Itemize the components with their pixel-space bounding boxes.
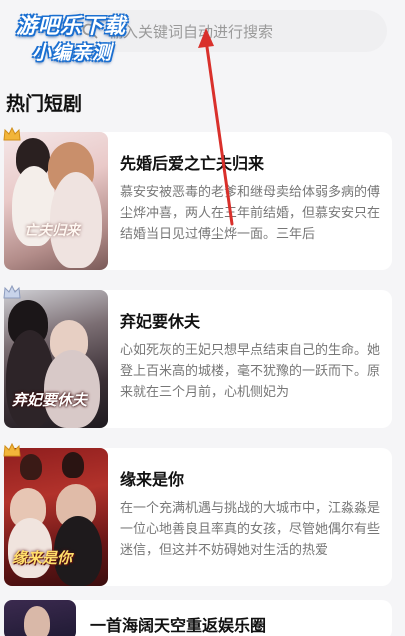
drama-title[interactable]: 弃妃要休夫 (120, 308, 200, 332)
drama-card[interactable]: 一首海阔天空重返娱乐圈 (4, 600, 392, 636)
poster-title: 弃妃要休夫 (12, 391, 88, 409)
search-icon (82, 23, 98, 39)
drama-poster[interactable]: 弃妃要休夫 (4, 290, 108, 428)
poster-title: 亡夫归来 (24, 223, 80, 239)
crown-icon (3, 442, 21, 457)
drama-card[interactable]: 亡夫归来 先婚后爱之亡夫归来 慕安安被恶毒的老爹和继母卖给体弱多病的傅尘烨冲喜，… (3, 126, 392, 270)
crown-icon (3, 126, 21, 141)
drama-description: 在一个充满机遇与挑战的大城市中，江淼淼是一位心地善良且率真的女孩，尽管她偶尔有些… (120, 501, 381, 558)
poster-title: 缘来是你 (12, 549, 73, 567)
drama-description: 心如死灰的王妃只想早点结束自己的生命。她登上百米高的城楼，毫不犹豫的一跃而下。原… (120, 343, 381, 400)
drama-title[interactable]: 先婚后爱之亡夫归来 (120, 150, 264, 174)
crown-icon (3, 284, 21, 299)
drama-title[interactable]: 一首海阔天空重返娱乐圈 (90, 612, 266, 636)
section-title: 热门短剧 (6, 93, 83, 115)
drama-poster[interactable]: 缘来是你 (4, 448, 108, 586)
search-bar[interactable]: 输入关键词自动进行搜索 (60, 10, 387, 52)
drama-poster[interactable]: 亡夫归来 (4, 132, 108, 270)
drama-card[interactable]: 缘来是你 缘来是你 在一个充满机遇与挑战的大城市中，江淼淼是一位心地善良且率真的… (3, 442, 392, 586)
search-input[interactable]: 输入关键词自动进行搜索 (108, 21, 273, 42)
drama-title[interactable]: 缘来是你 (120, 466, 184, 490)
drama-description: 慕安安被恶毒的老爹和继母卖给体弱多病的傅尘烨冲喜，两人在三年前结婚，但慕安安只在… (120, 185, 381, 242)
drama-poster[interactable] (4, 600, 76, 636)
drama-card[interactable]: 弃妃要休夫 弃妃要休夫 心如死灰的王妃只想早点结束自己的生命。她登上百米高的城楼… (3, 284, 392, 428)
